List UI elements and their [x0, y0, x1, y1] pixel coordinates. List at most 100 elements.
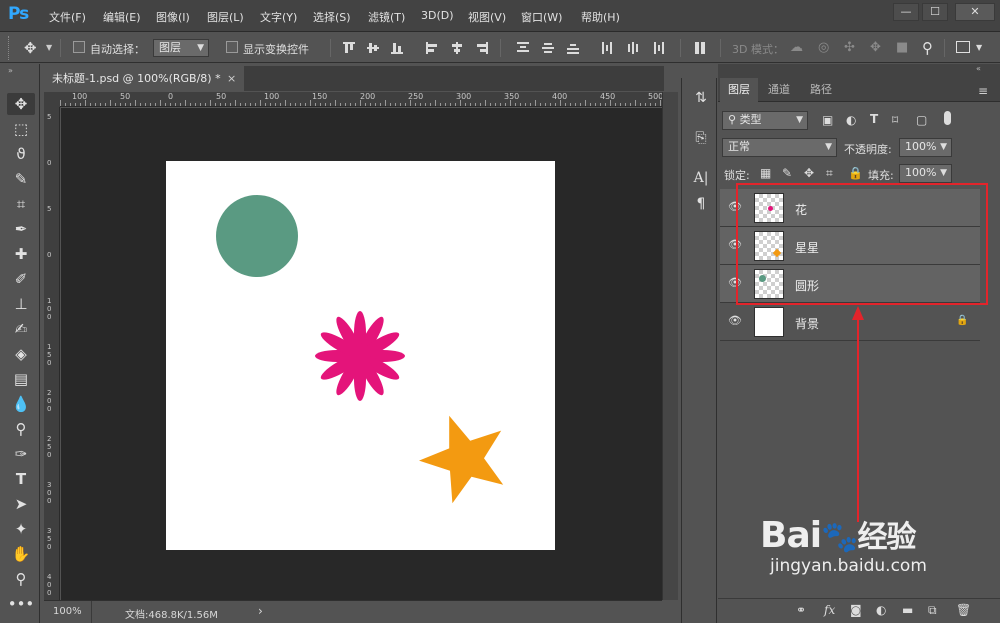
document-tab[interactable]: 未标题-1.psd @ 100%(RGB/8) *: [44, 66, 244, 91]
more-tools-icon[interactable]: •••: [7, 593, 35, 615]
tab-channels[interactable]: 通道: [760, 78, 798, 102]
lock-position-icon[interactable]: ✥: [804, 166, 814, 180]
menu-help[interactable]: 帮助(H): [581, 9, 620, 25]
3d-orbit-icon[interactable]: ☁: [790, 40, 803, 55]
lock-transparent-icon[interactable]: ▦: [760, 166, 771, 180]
properties-panel-icon[interactable]: ⎘: [691, 128, 711, 148]
blur-tool-icon[interactable]: 💧: [7, 393, 35, 415]
expand-icon[interactable]: »: [8, 66, 13, 75]
filter-shape-icon[interactable]: ⌑: [892, 113, 898, 127]
3d-scale-icon[interactable]: ■: [896, 40, 908, 55]
menu-file[interactable]: 文件(F): [49, 9, 86, 25]
distribute-bottom-icon[interactable]: [567, 42, 579, 54]
quick-select-tool-icon[interactable]: ✎: [7, 168, 35, 190]
clone-stamp-tool-icon[interactable]: ⊥: [7, 293, 35, 315]
lock-artboard-icon[interactable]: ⌗: [826, 166, 833, 181]
lock-all-icon[interactable]: 🔒: [848, 166, 863, 180]
character-panel-icon[interactable]: A|: [691, 168, 711, 188]
menu-edit[interactable]: 编辑(E): [103, 9, 141, 25]
distribute-left-icon[interactable]: [602, 42, 614, 54]
custom-shape-tool-icon[interactable]: ✦: [7, 518, 35, 540]
gradient-tool-icon[interactable]: ▤: [7, 368, 35, 390]
filter-type-icon[interactable]: T: [870, 112, 878, 126]
3d-slide-icon[interactable]: ✥: [870, 40, 881, 55]
healing-brush-tool-icon[interactable]: ✚: [7, 243, 35, 265]
vertical-scrollbar[interactable]: [662, 92, 678, 600]
auto-align-icon[interactable]: [694, 42, 706, 54]
collapse-icon[interactable]: «: [976, 64, 981, 73]
search-icon[interactable]: ⚲: [922, 39, 933, 57]
align-hcenter-icon[interactable]: [451, 42, 463, 54]
opacity-field[interactable]: 100% ▼: [899, 138, 952, 157]
close-icon[interactable]: ×: [227, 66, 236, 91]
eyedropper-tool-icon[interactable]: ✒: [7, 218, 35, 240]
tab-layers[interactable]: 图层: [720, 78, 758, 102]
close-button[interactable]: ✕: [955, 3, 995, 21]
status-menu-arrow[interactable]: ›: [258, 604, 263, 618]
dodge-tool-icon[interactable]: ⚲: [7, 418, 35, 440]
path-select-tool-icon[interactable]: ➤: [7, 493, 35, 515]
lasso-tool-icon[interactable]: ϑ: [7, 143, 35, 165]
pen-tool-icon[interactable]: ✑: [7, 443, 35, 465]
adjustment-layer-icon[interactable]: ◐: [876, 603, 886, 617]
align-left-icon[interactable]: [426, 42, 438, 54]
grip-handle[interactable]: [8, 36, 12, 60]
chevron-down-icon[interactable]: ▼: [976, 43, 982, 52]
workspace-icon[interactable]: [956, 41, 970, 53]
new-layer-icon[interactable]: ⧉: [928, 603, 937, 618]
hand-tool-icon[interactable]: ✋: [7, 543, 35, 565]
fx-icon[interactable]: fx: [824, 603, 835, 617]
minimize-button[interactable]: —: [893, 3, 919, 21]
link-layers-icon[interactable]: ⚭: [796, 603, 806, 617]
zoom-tool-icon[interactable]: ⚲: [7, 568, 35, 590]
filter-smart-object-icon[interactable]: ▢: [916, 113, 927, 127]
lock-pixels-icon[interactable]: ✎: [782, 166, 792, 180]
distribute-top-icon[interactable]: [517, 42, 529, 54]
paragraph-panel-icon[interactable]: ¶: [691, 194, 711, 214]
show-transform-checkbox[interactable]: [226, 41, 238, 53]
add-mask-icon[interactable]: ◙: [850, 603, 862, 617]
align-vcenter-icon[interactable]: [367, 42, 379, 54]
type-tool-icon[interactable]: T: [7, 468, 35, 490]
menu-view[interactable]: 视图(V): [468, 9, 506, 25]
align-top-icon[interactable]: [343, 42, 355, 54]
distribute-hcenter-icon[interactable]: [627, 42, 639, 54]
distribute-vcenter-icon[interactable]: [542, 42, 554, 54]
tab-paths[interactable]: 路径: [802, 78, 840, 102]
menu-3d[interactable]: 3D(D): [421, 9, 454, 22]
auto-select-dropdown[interactable]: 图层 ▼: [153, 39, 209, 57]
panel-menu-icon[interactable]: ≡: [978, 84, 988, 98]
menu-image[interactable]: 图像(I): [156, 9, 190, 25]
menu-window[interactable]: 窗口(W): [521, 9, 562, 25]
filter-toggle-icon[interactable]: [944, 111, 951, 125]
filter-adjustment-icon[interactable]: ◐: [846, 113, 856, 127]
chevron-down-icon[interactable]: ▼: [46, 43, 52, 52]
history-panel-icon[interactable]: ⇅: [691, 88, 711, 108]
blend-mode-dropdown[interactable]: 正常 ▼: [722, 138, 837, 157]
marquee-tool-icon[interactable]: ⬚: [7, 118, 35, 140]
3d-roll-icon[interactable]: ◎: [818, 40, 829, 55]
delete-layer-icon[interactable]: 🗑: [956, 603, 971, 617]
3d-pan-icon[interactable]: ✣: [844, 40, 855, 55]
menu-select[interactable]: 选择(S): [313, 9, 351, 25]
distribute-right-icon[interactable]: [652, 42, 664, 54]
visibility-eye-icon[interactable]: 👁: [728, 315, 742, 327]
move-tool-icon[interactable]: ✥: [24, 39, 37, 57]
menu-filter[interactable]: 滤镜(T): [368, 9, 405, 25]
move-tool-icon[interactable]: ✥: [7, 93, 35, 115]
canvas[interactable]: [166, 161, 555, 550]
align-bottom-icon[interactable]: [391, 42, 403, 54]
crop-tool-icon[interactable]: ⌗: [7, 193, 35, 215]
fill-field[interactable]: 100% ▼: [899, 164, 952, 183]
brush-tool-icon[interactable]: ✐: [7, 268, 35, 290]
align-right-icon[interactable]: [476, 42, 488, 54]
new-group-icon[interactable]: ▬: [902, 603, 913, 617]
maximize-button[interactable]: ☐: [922, 3, 948, 21]
zoom-level[interactable]: 100%: [53, 606, 82, 617]
eraser-tool-icon[interactable]: ◈: [7, 343, 35, 365]
layer-filter-dropdown[interactable]: ⚲ 类型 ▼: [722, 111, 808, 130]
menu-layer[interactable]: 图层(L): [207, 9, 244, 25]
history-brush-tool-icon[interactable]: ✍: [7, 318, 35, 340]
menu-type[interactable]: 文字(Y): [260, 9, 297, 25]
filter-pixel-icon[interactable]: ▣: [822, 113, 833, 127]
